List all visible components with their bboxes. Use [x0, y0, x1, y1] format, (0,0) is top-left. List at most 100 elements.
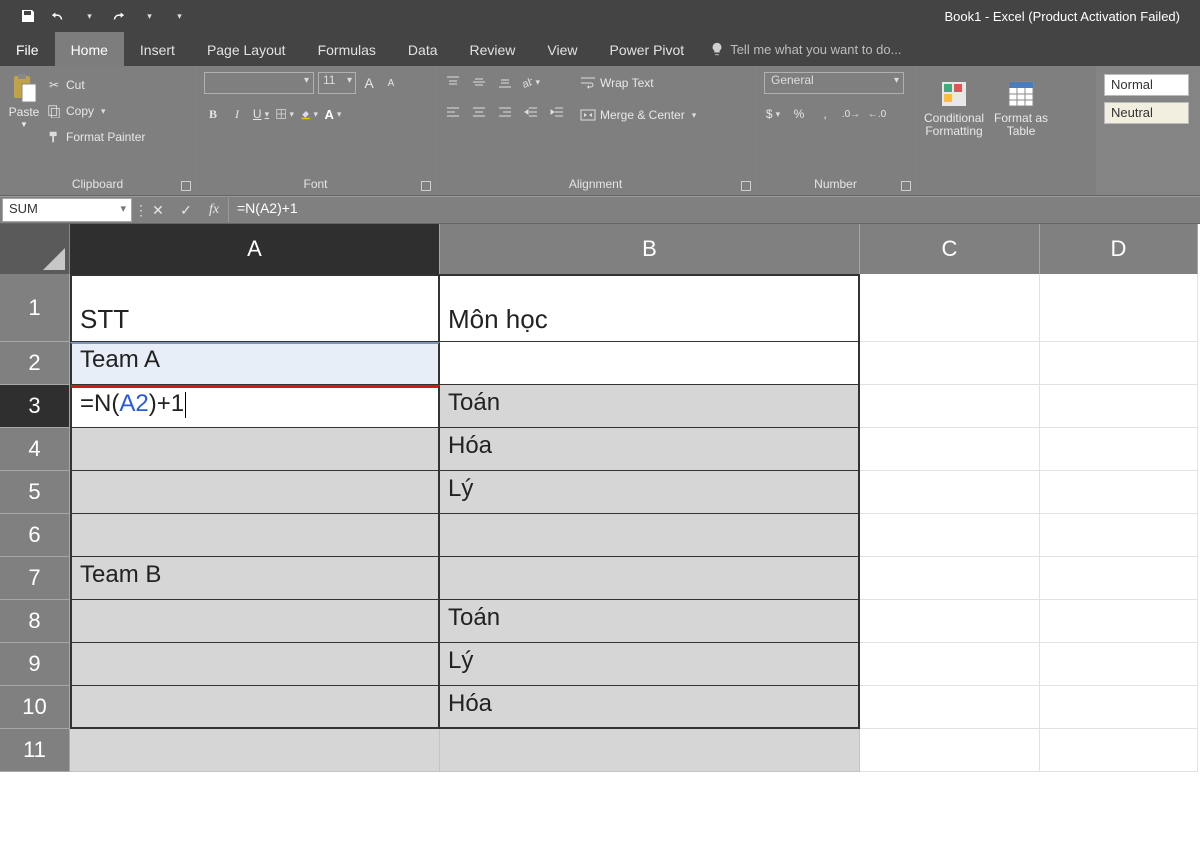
- cell-D6[interactable]: [1040, 514, 1198, 557]
- align-center-icon[interactable]: [470, 102, 488, 122]
- cell-B5[interactable]: Lý: [440, 471, 860, 514]
- undo-icon[interactable]: [50, 8, 66, 24]
- formula-input[interactable]: =N(A2)+1: [228, 198, 1200, 222]
- cell-C8[interactable]: [860, 600, 1040, 643]
- number-format-combo[interactable]: General: [764, 72, 904, 94]
- tab-file[interactable]: File: [0, 32, 55, 66]
- percent-format-button[interactable]: %: [790, 104, 808, 124]
- cell-A11[interactable]: [70, 729, 440, 772]
- select-all-button[interactable]: [0, 224, 70, 274]
- row-header-9[interactable]: 9: [0, 643, 70, 686]
- accounting-format-button[interactable]: $: [764, 104, 782, 124]
- alignment-dialog-launcher[interactable]: [741, 181, 751, 191]
- fill-color-button[interactable]: [300, 104, 318, 124]
- align-right-icon[interactable]: [496, 102, 514, 122]
- tab-page-layout[interactable]: Page Layout: [191, 32, 302, 66]
- row-header-1[interactable]: 1: [0, 274, 70, 342]
- qat-customize-icon[interactable]: [170, 8, 186, 24]
- cell-C2[interactable]: [860, 342, 1040, 385]
- cell-B7[interactable]: [440, 557, 860, 600]
- cell-D8[interactable]: [1040, 600, 1198, 643]
- cell-D9[interactable]: [1040, 643, 1198, 686]
- name-box[interactable]: SUM: [2, 198, 132, 222]
- cell-D3[interactable]: [1040, 385, 1198, 428]
- number-dialog-launcher[interactable]: [901, 181, 911, 191]
- cell-B1[interactable]: Môn học: [440, 274, 860, 342]
- row-header-2[interactable]: 2: [0, 342, 70, 385]
- insert-function-button[interactable]: fx: [200, 198, 228, 222]
- copy-button[interactable]: Copy: [46, 100, 145, 122]
- enter-formula-button[interactable]: ✓: [172, 198, 200, 222]
- underline-button[interactable]: U: [252, 104, 270, 124]
- tab-data[interactable]: Data: [392, 32, 454, 66]
- cell-A4[interactable]: [70, 428, 440, 471]
- cell-B11[interactable]: [440, 729, 860, 772]
- bold-button[interactable]: B: [204, 104, 222, 124]
- cell-C7[interactable]: [860, 557, 1040, 600]
- decrease-decimal-button[interactable]: ←.0: [868, 104, 886, 124]
- redo-dropdown-icon[interactable]: [140, 8, 156, 24]
- align-left-icon[interactable]: [444, 102, 462, 122]
- row-header-6[interactable]: 6: [0, 514, 70, 557]
- cell-A6[interactable]: [70, 514, 440, 557]
- cell-A8[interactable]: [70, 600, 440, 643]
- cell-A2[interactable]: Team A: [70, 342, 440, 385]
- cell-D4[interactable]: [1040, 428, 1198, 471]
- cell-C9[interactable]: [860, 643, 1040, 686]
- cell-D11[interactable]: [1040, 729, 1198, 772]
- merge-center-button[interactable]: Merge & Center: [580, 104, 696, 126]
- cell-B2[interactable]: [440, 342, 860, 385]
- row-header-7[interactable]: 7: [0, 557, 70, 600]
- tab-formulas[interactable]: Formulas: [302, 32, 392, 66]
- comma-format-button[interactable]: ,: [816, 104, 834, 124]
- cell-C5[interactable]: [860, 471, 1040, 514]
- cell-B3[interactable]: Toán: [440, 385, 860, 428]
- format-painter-button[interactable]: Format Painter: [46, 126, 145, 148]
- format-as-table-button[interactable]: Format as Table: [994, 78, 1048, 138]
- paste-button[interactable]: Paste ▼: [8, 72, 40, 130]
- cell-C3[interactable]: [860, 385, 1040, 428]
- row-header-10[interactable]: 10: [0, 686, 70, 729]
- increase-decimal-button[interactable]: .0→: [842, 104, 860, 124]
- font-size-combo[interactable]: 11: [318, 72, 356, 94]
- cell-B4[interactable]: Hóa: [440, 428, 860, 471]
- cell-A9[interactable]: [70, 643, 440, 686]
- style-normal[interactable]: Normal: [1104, 74, 1189, 96]
- cell-B6[interactable]: [440, 514, 860, 557]
- cell-B9[interactable]: Lý: [440, 643, 860, 686]
- cell-C4[interactable]: [860, 428, 1040, 471]
- italic-button[interactable]: I: [228, 104, 246, 124]
- borders-button[interactable]: [276, 104, 294, 124]
- clipboard-dialog-launcher[interactable]: [181, 181, 191, 191]
- cell-D7[interactable]: [1040, 557, 1198, 600]
- conditional-formatting-button[interactable]: Conditional Formatting: [924, 78, 984, 138]
- column-header-A[interactable]: A: [70, 224, 440, 274]
- style-neutral[interactable]: Neutral: [1104, 102, 1189, 124]
- increase-indent-icon[interactable]: [548, 102, 566, 122]
- cell-A5[interactable]: [70, 471, 440, 514]
- column-header-C[interactable]: C: [860, 224, 1040, 274]
- font-name-combo[interactable]: [204, 72, 314, 94]
- cell-B8[interactable]: Toán: [440, 600, 860, 643]
- cell-A1[interactable]: STT: [70, 274, 440, 342]
- wrap-text-button[interactable]: Wrap Text: [580, 72, 696, 94]
- orientation-button[interactable]: ab: [522, 72, 540, 92]
- save-icon[interactable]: [20, 8, 36, 24]
- cell-D1[interactable]: [1040, 274, 1198, 342]
- redo-icon[interactable]: [110, 8, 126, 24]
- cell-D10[interactable]: [1040, 686, 1198, 729]
- formula-bar-grip[interactable]: ⋮: [136, 200, 144, 220]
- align-middle-icon[interactable]: [470, 72, 488, 92]
- cell-B10[interactable]: Hóa: [440, 686, 860, 729]
- cut-button[interactable]: ✂ Cut: [46, 74, 145, 96]
- tab-insert[interactable]: Insert: [124, 32, 191, 66]
- tell-me-search[interactable]: Tell me what you want to do...: [700, 32, 911, 66]
- tab-review[interactable]: Review: [454, 32, 532, 66]
- cell-C10[interactable]: [860, 686, 1040, 729]
- align-top-icon[interactable]: [444, 72, 462, 92]
- row-header-4[interactable]: 4: [0, 428, 70, 471]
- cell-A7[interactable]: Team B: [70, 557, 440, 600]
- undo-dropdown-icon[interactable]: [80, 8, 96, 24]
- cancel-formula-button[interactable]: ✕: [144, 198, 172, 222]
- cell-C6[interactable]: [860, 514, 1040, 557]
